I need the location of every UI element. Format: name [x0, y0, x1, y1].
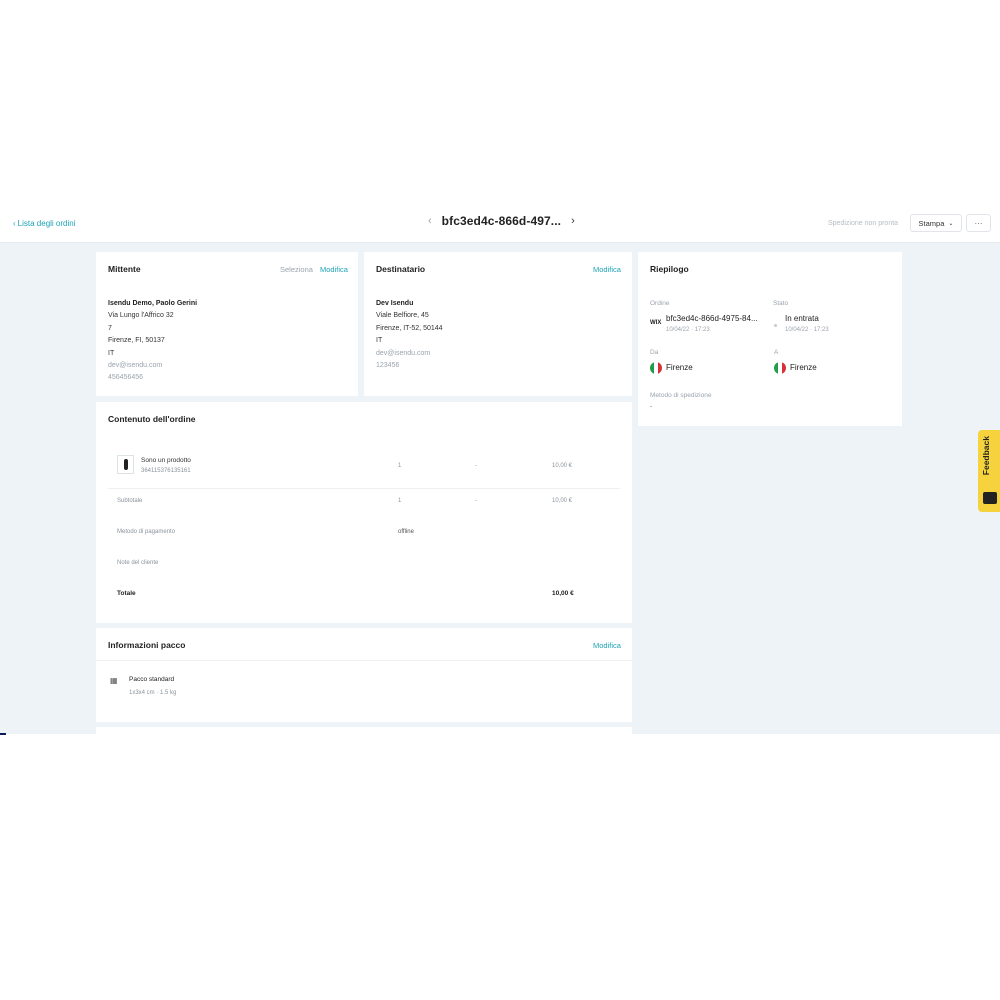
- print-button-label: Stampa: [918, 218, 945, 228]
- customer-notes-label: Note del cliente: [117, 560, 159, 566]
- package-divider: [96, 660, 632, 661]
- row-divider: [108, 488, 620, 489]
- wix-logo-icon: WIX: [650, 320, 662, 326]
- sender-card: Mittente Seleziona Modifica Isendu Demo,…: [96, 252, 358, 396]
- back-to-orders-link[interactable]: ‹ Lista degli ordini: [13, 219, 75, 228]
- shipment-status-text: Spedizione non pronta: [828, 220, 899, 227]
- package-card: Informazioni pacco Modifica ▦ Pacco stan…: [96, 628, 632, 722]
- to-label: A: [774, 349, 779, 356]
- recipient-email: dev@isendu.com: [376, 349, 431, 357]
- next-order-icon[interactable]: ›: [571, 215, 575, 227]
- summary-title: Riepilogo: [650, 264, 689, 274]
- sender-phone: 456456456: [108, 374, 144, 382]
- product-qty: 1: [398, 463, 402, 469]
- order-title-bar: ‹ bfc3ed4c-866d-497... ›: [428, 214, 575, 228]
- top-bar: ‹ Lista degli ordini ‹ bfc3ed4c-866d-497.…: [0, 206, 1000, 243]
- payment-method-label: Metodo di pagamento: [117, 529, 176, 535]
- summary-card: Riepilogo Ordine WIX bfc3ed4c-866d-4975-…: [638, 252, 902, 426]
- product-discount: -: [475, 463, 477, 469]
- previous-order-icon[interactable]: ‹: [428, 215, 432, 227]
- order-value: bfc3ed4c-866d-4975-84...: [666, 314, 758, 323]
- subtotal-value: 10,00 €: [552, 498, 573, 504]
- recipient-country: IT: [376, 337, 383, 345]
- to-city: Firenze: [790, 363, 817, 372]
- total-label: Totale: [117, 590, 136, 597]
- subtotal-qty: 1: [398, 498, 402, 504]
- payment-method-value: offline: [398, 529, 414, 535]
- feedback-label: Feedback: [981, 436, 991, 476]
- subtotal-label: Subtotale: [117, 498, 143, 504]
- sender-title: Mittente: [108, 264, 141, 274]
- recipient-city: Firenze, IT-52, 50144: [376, 324, 443, 332]
- product-name: Sono un prodotto: [141, 457, 191, 464]
- sender-city: Firenze, FI, 50137: [108, 337, 165, 345]
- app-frame: ‹ Lista degli ordini ‹ bfc3ed4c-866d-497.…: [0, 206, 1000, 734]
- order-date: 10/04/22 · 17:23: [666, 327, 710, 333]
- sender-country: IT: [108, 349, 115, 357]
- status-dot-icon: [774, 324, 777, 327]
- edit-package-link[interactable]: Modifica: [593, 641, 621, 650]
- status-date: 10/04/22 · 17:23: [785, 327, 829, 333]
- back-link-label: Lista degli ordini: [17, 219, 76, 228]
- product-thumbnail: [117, 455, 134, 474]
- recipient-address: Dev Isendu Viale Belfiore, 45 Firenze, I…: [376, 298, 443, 372]
- subtotal-dash: -: [475, 498, 477, 504]
- recipient-title: Destinatario: [376, 264, 426, 274]
- order-content-title: Contenuto dell'ordine: [108, 414, 196, 424]
- page-title: bfc3ed4c-866d-497...: [441, 214, 562, 228]
- from-label: Da: [650, 349, 659, 356]
- sender-email: dev@isendu.com: [108, 362, 163, 370]
- recipient-card: Destinatario Modifica Dev Isendu Viale B…: [364, 252, 632, 396]
- recipient-phone: 123456: [376, 362, 400, 370]
- shipping-method-value: -: [650, 404, 652, 410]
- edit-sender-link[interactable]: Modifica: [320, 265, 348, 274]
- watch-icon: [123, 459, 128, 470]
- product-price: 10,00 €: [552, 463, 573, 469]
- next-card: [96, 727, 632, 734]
- package-details: 1x3x4 cm · 1.5 kg: [129, 690, 177, 696]
- sender-address: Isendu Demo, Paolo Gerini Via Lungo l'Af…: [108, 298, 197, 385]
- status-label: Stato: [773, 300, 789, 307]
- order-label: Ordine: [650, 300, 670, 307]
- app-frame-edge: [0, 733, 6, 735]
- total-value: 10,00 €: [552, 590, 574, 597]
- recipient-street: Viale Belfiore, 45: [376, 312, 429, 320]
- package-icon: ▦: [110, 676, 118, 685]
- italy-flag-icon: [774, 362, 786, 374]
- edit-recipient-link[interactable]: Modifica: [593, 265, 621, 274]
- more-actions-button[interactable]: ···: [966, 214, 991, 232]
- sender-name: Isendu Demo, Paolo Gerini: [108, 300, 198, 307]
- chevron-left-icon: ‹: [13, 219, 16, 228]
- order-content-card: Contenuto dell'ordine Sono un prodotto 3…: [96, 402, 632, 623]
- chevron-down-icon: ⌄: [948, 220, 954, 227]
- italy-flag-icon: [650, 362, 662, 374]
- print-button[interactable]: Stampa ⌄: [910, 214, 962, 232]
- chat-icon: [983, 492, 997, 504]
- from-city: Firenze: [666, 363, 693, 372]
- product-sku: 364115376135161: [141, 468, 191, 474]
- shipping-method-label: Metodo di spedizione: [650, 392, 712, 399]
- sender-street: Via Lungo l'Affrico 32: [108, 312, 174, 320]
- status-value: In entrata: [785, 314, 819, 323]
- recipient-name: Dev Isendu: [376, 300, 414, 307]
- select-sender-link[interactable]: Seleziona: [280, 265, 313, 274]
- feedback-tab[interactable]: Feedback: [978, 430, 1000, 512]
- sender-number: 7: [108, 324, 112, 332]
- package-name: Pacco standard: [129, 676, 175, 683]
- package-title: Informazioni pacco: [108, 640, 186, 650]
